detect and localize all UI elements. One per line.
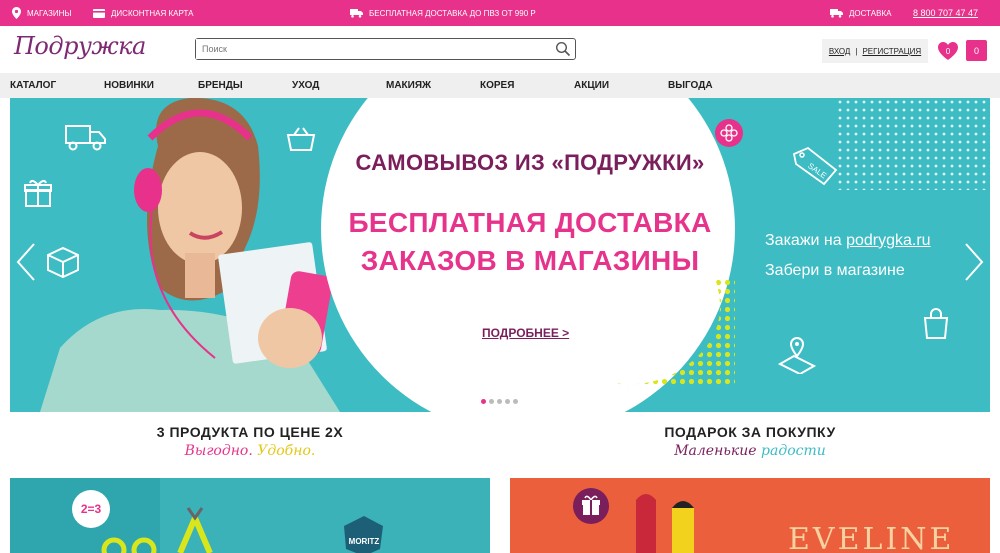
nav-benefit[interactable]: ВЫГОДА [668, 73, 713, 98]
gift-box-icon [24, 179, 52, 207]
search-box [195, 38, 576, 60]
map-pin-icon [778, 336, 816, 374]
nav-new[interactable]: НОВИНКИ [104, 73, 154, 98]
hero-main-line1: БЕСПЛАТНАЯ ДОСТАВКА [348, 207, 712, 238]
hero-main-line2: ЗАКАЗОВ В МАГАЗИНЫ [360, 245, 700, 276]
slider-dot[interactable] [481, 399, 486, 404]
auth-box: ВХОД | РЕГИСТРАЦИЯ [822, 39, 928, 63]
nav-promotions[interactable]: АКЦИИ [574, 73, 609, 98]
search-icon[interactable] [555, 41, 571, 57]
sale-tag-icon: SALE [792, 146, 838, 186]
auth-separator: | [855, 46, 858, 56]
slider-dot[interactable] [489, 399, 494, 404]
site-link[interactable]: podrygka.ru [846, 232, 931, 249]
discount-card-link[interactable]: ДИСКОНТНАЯ КАРТА [93, 0, 193, 26]
mascara-products-image [636, 494, 694, 553]
phone-number: 8 800 707 47 47 [913, 8, 979, 18]
discount-card-label: ДИСКОНТНАЯ КАРТА [111, 8, 194, 18]
hero-top-line: САМОВЫВОЗ ИЗ «ПОДРУЖКИ» [355, 150, 705, 175]
promo-sub-part2: радости [761, 443, 826, 459]
cart-count: 0 [973, 45, 979, 56]
moritz-text: MORITZ [349, 537, 380, 546]
badge-2-3: 2=3 [72, 490, 110, 528]
yellow-dots-decoration [615, 278, 735, 388]
badge-text: 2=3 [81, 502, 102, 516]
parcel-box-icon [47, 246, 79, 278]
promo-subtitle-3for2: Выгодно. Удобно. [10, 443, 490, 459]
stores-link[interactable]: МАГАЗИНЫ [12, 0, 71, 26]
slider-dot[interactable] [497, 399, 502, 404]
nail-clipper-image [177, 507, 213, 553]
hero-right-prefix: Закажи на [765, 232, 847, 249]
favorites-button[interactable]: 0 [937, 41, 959, 61]
glasses-image [101, 537, 157, 553]
delivery-label: ДОСТАВКА [849, 8, 892, 18]
sale-tag-text: SALE [806, 161, 828, 180]
promo-banner-3for2[interactable]: 2=3 MORITZ [10, 478, 490, 553]
main-nav: КАТАЛОГ НОВИНКИ БРЕНДЫ УХОД МАКИЯЖ КОРЕЯ… [0, 73, 1000, 98]
flower-badge-icon [715, 119, 743, 147]
truck-icon [350, 8, 363, 18]
slider-dots [481, 399, 518, 404]
moritz-logo: MORITZ [344, 516, 383, 553]
promo-subtitle-gift: Маленькие радости [510, 443, 990, 459]
cart-button[interactable]: 0 [966, 40, 987, 61]
promo-sub-part1: Выгодно. [184, 443, 258, 459]
delivery-link[interactable]: ДОСТАВКА [830, 0, 891, 26]
nav-brands[interactable]: БРЕНДЫ [198, 73, 243, 98]
eveline-logo: EVELINE [788, 522, 955, 553]
nav-care[interactable]: УХОД [292, 73, 319, 98]
favorites-count: 0 [945, 46, 951, 56]
hero-right-line2: Забери в магазине [765, 262, 905, 279]
location-pin-icon [12, 7, 21, 19]
delivery-truck-icon [65, 125, 106, 151]
header: Подружка ВХОД | РЕГИСТРАЦИЯ 0 0 [0, 26, 1000, 73]
hero-right-text: Закажи на podrygka.ru Забери в магазине [765, 226, 931, 286]
search-input[interactable] [196, 39, 536, 59]
nav-korea[interactable]: КОРЕЯ [480, 73, 514, 98]
truck-icon [830, 8, 843, 18]
phone-link[interactable]: 8 800 707 47 47 [913, 0, 978, 26]
free-delivery-banner[interactable]: БЕСПЛАТНАЯ ДОСТАВКА ДО ПВЗ ОТ 990 Р [350, 0, 536, 26]
gift-icon [573, 488, 609, 524]
card-icon [93, 8, 105, 18]
nav-catalog[interactable]: КАТАЛОГ [10, 73, 56, 98]
hero-banner[interactable]: САМОВЫВОЗ ИЗ «ПОДРУЖКИ» БЕСПЛАТНАЯ ДОСТА… [10, 98, 990, 412]
chevron-left-icon[interactable] [14, 242, 38, 282]
promo-banner-gift[interactable]: EVELINE [510, 478, 990, 553]
hero-main-text: БЕСПЛАТНАЯ ДОСТАВКА ЗАКАЗОВ В МАГАЗИНЫ [340, 204, 720, 280]
hero-right-line1: Закажи на podrygka.ru [765, 226, 931, 256]
promo-sub-part1: Маленькие [674, 443, 762, 459]
shopping-basket-icon [286, 127, 316, 151]
stores-label: МАГАЗИНЫ [27, 8, 72, 18]
slider-dot[interactable] [505, 399, 510, 404]
chevron-right-icon[interactable] [962, 242, 986, 282]
promo-title-3for2[interactable]: 3 ПРОДУКТА ПО ЦЕНЕ 2Х [10, 424, 490, 440]
hero-more-link[interactable]: ПОДРОБНЕЕ > [482, 326, 569, 340]
dot-pattern-decoration [836, 98, 990, 190]
shopping-bag-icon [923, 308, 949, 339]
logo[interactable]: Подружка [14, 32, 146, 60]
nav-makeup[interactable]: МАКИЯЖ [386, 73, 431, 98]
register-link[interactable]: РЕГИСТРАЦИЯ [862, 47, 921, 56]
login-link[interactable]: ВХОД [829, 47, 851, 56]
slider-dot[interactable] [513, 399, 518, 404]
top-bar: МАГАЗИНЫ ДИСКОНТНАЯ КАРТА БЕСПЛАТНАЯ ДОС… [0, 0, 1000, 26]
promo-sub-part2: Удобно. [257, 443, 316, 459]
free-delivery-label: БЕСПЛАТНАЯ ДОСТАВКА ДО ПВЗ ОТ 990 Р [369, 8, 536, 18]
promo-title-gift[interactable]: ПОДАРОК ЗА ПОКУПКУ [510, 424, 990, 440]
